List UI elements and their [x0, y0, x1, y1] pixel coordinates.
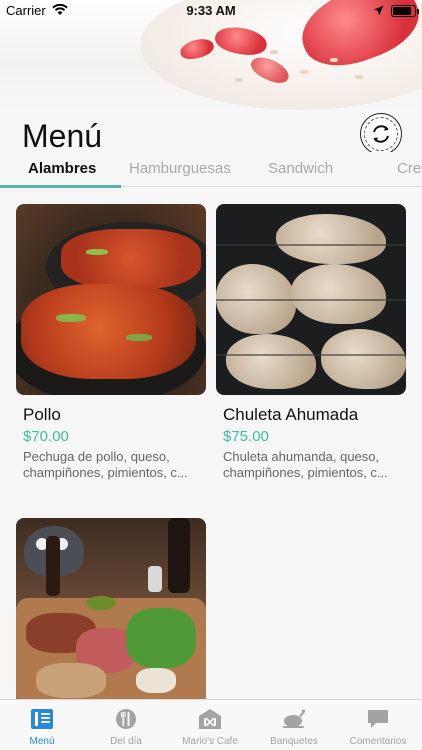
menu-item-description: Chuleta ahumanda, queso, champiñones, pi… — [223, 449, 388, 480]
tabbar-item-menu[interactable]: Menú — [0, 700, 84, 750]
bottom-tab-bar: Menú Del día Mario's Cafe Banquetes Come… — [0, 699, 422, 750]
tabbar-item-banquetes[interactable]: Banquetes — [252, 700, 336, 750]
status-bar: Carrier 9:33 AM — [0, 0, 422, 22]
menu-item-card[interactable]: Chuleta Ahumada $75.00 Chuleta ahumanda,… — [216, 204, 406, 484]
refresh-icon — [373, 125, 389, 143]
roast-chicken-icon — [283, 709, 306, 728]
page-title: Menú — [22, 118, 103, 154]
tabbar-label: Menú — [29, 736, 55, 747]
tab-hamburguesas[interactable]: Hamburguesas — [129, 160, 231, 177]
active-tab-indicator — [0, 185, 121, 188]
menu-item-price: $70.00 — [23, 428, 69, 445]
menu-item-description: Pechuga de pollo, queso, champiñones, pi… — [23, 449, 188, 480]
tabbar-label: Comentarios — [349, 736, 407, 747]
location-arrow-icon — [373, 5, 384, 16]
menu-item-name: Chuleta Ahumada — [223, 405, 359, 424]
tabbar-item-del-dia[interactable]: Del día — [84, 700, 168, 750]
menu-item-image — [216, 204, 406, 395]
menu-book-icon — [31, 709, 53, 729]
tab-alambres[interactable]: Alambres — [28, 160, 96, 177]
tabbar-label: Mario's Cafe — [182, 736, 238, 747]
tabbar-label: Del día — [110, 736, 142, 747]
category-tabs: Alambres Hamburguesas Sandwich Cre — [0, 152, 422, 188]
battery-icon — [391, 5, 419, 17]
menu-item-image — [16, 204, 206, 395]
menu-item-image — [16, 518, 206, 699]
menu-item-price: $75.00 — [223, 428, 269, 445]
clock: 9:33 AM — [186, 3, 236, 18]
menu-item-card[interactable] — [16, 518, 206, 699]
menu-item-card[interactable]: Pollo $70.00 Pechuga de pollo, queso, ch… — [16, 204, 206, 484]
restaurant-building-icon — [199, 709, 221, 729]
menu-item-name: Pollo — [23, 405, 61, 424]
refresh-button[interactable] — [360, 113, 402, 155]
tabbar-item-comentarios[interactable]: Comentarios — [336, 700, 420, 750]
comment-bubble-icon — [368, 710, 388, 728]
plate-fork-knife-icon — [116, 709, 136, 729]
tabbar-label: Banquetes — [270, 736, 318, 747]
tab-cre[interactable]: Cre — [397, 160, 421, 177]
tab-sandwich[interactable]: Sandwich — [268, 160, 333, 177]
tabbar-item-marios-cafe[interactable]: Mario's Cafe — [168, 700, 252, 750]
